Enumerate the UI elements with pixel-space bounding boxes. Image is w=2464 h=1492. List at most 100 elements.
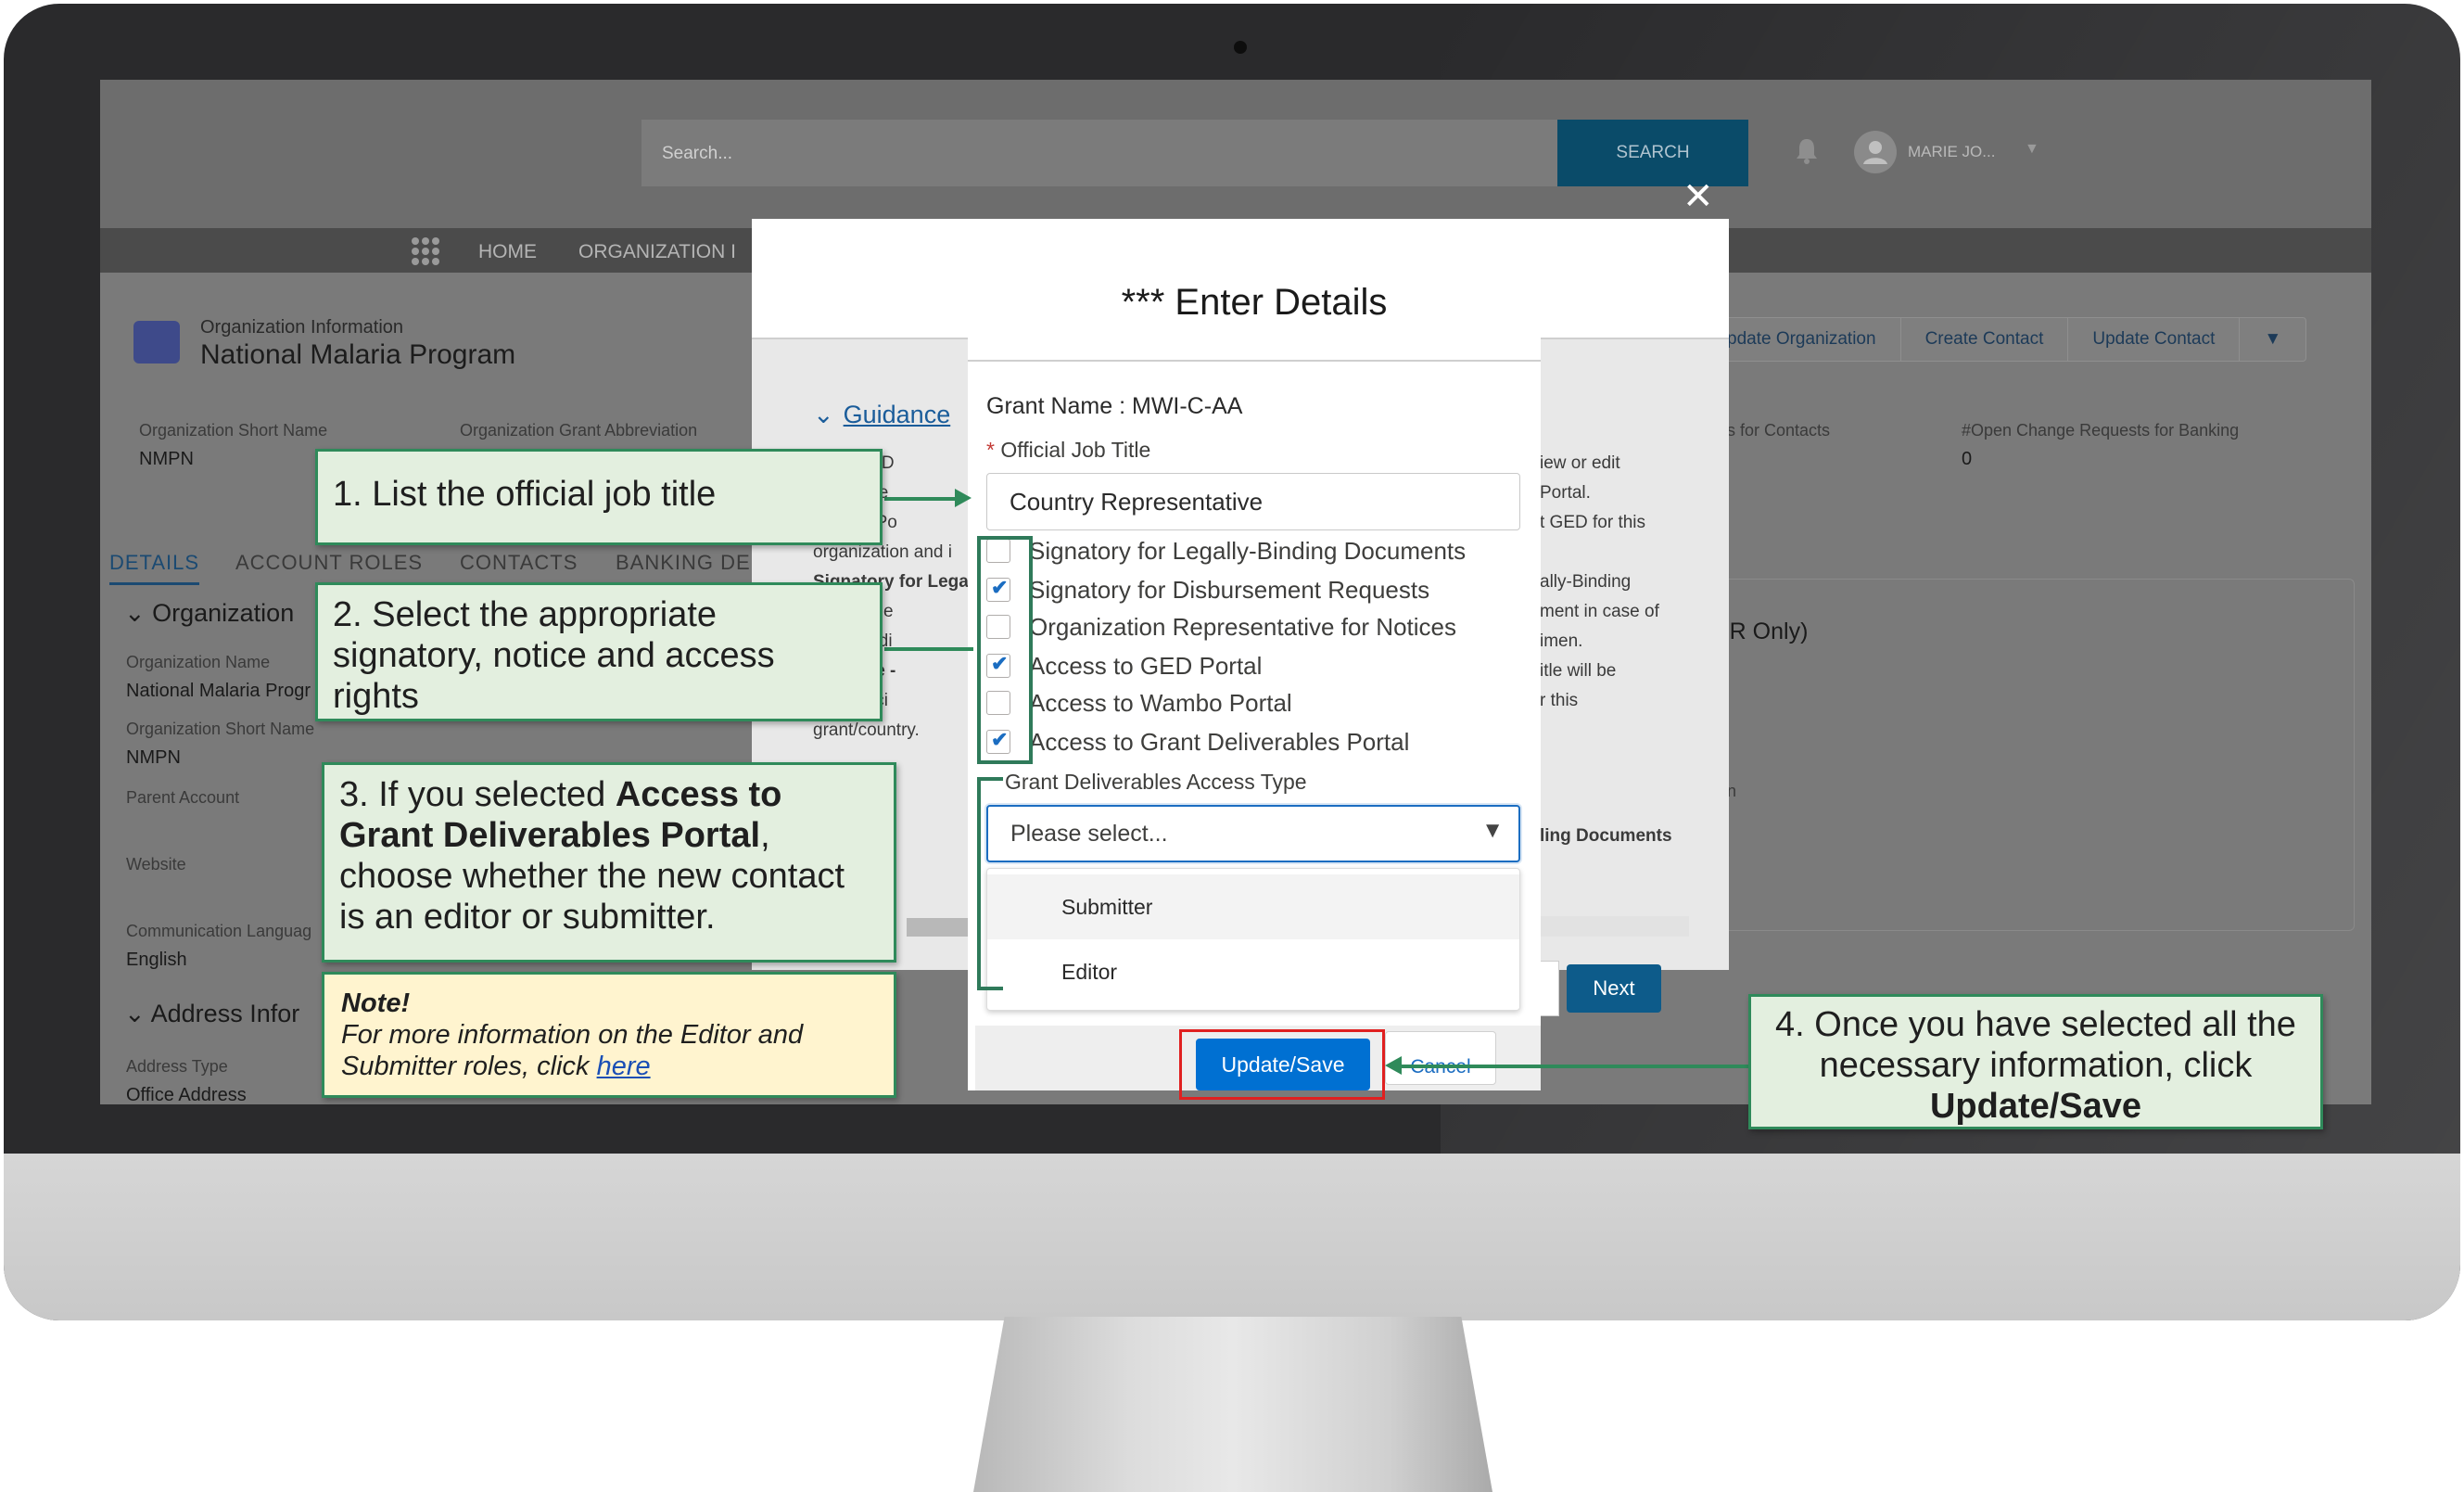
language-label: Communication Languag [126, 922, 312, 940]
right-card: PR Only) ion [1713, 579, 2355, 931]
org-short-name-value: NMPN [126, 747, 181, 768]
guidance-text: Portal. [1540, 483, 1591, 503]
search-input[interactable]: Search... [641, 120, 1565, 186]
org-name-label: Organization Name [126, 653, 271, 671]
arrow-connector [884, 497, 959, 501]
monitor-chin [4, 1154, 2460, 1320]
job-title-label-text: Official Job Title [1000, 438, 1151, 462]
avatar[interactable] [1854, 131, 1897, 173]
gd-access-type-select[interactable]: Please select... ▼ [986, 805, 1520, 862]
checkbox-row[interactable]: ✔ Signatory for Disbursement Requests [986, 571, 1429, 608]
cancel-button[interactable]: Cancel [1385, 1031, 1496, 1085]
checkbox-label: Organization Representative for Notices [1029, 612, 1457, 641]
section-address-label: Address Infor [150, 1000, 300, 1027]
section-organization[interactable]: ⌄ Organization [124, 599, 294, 628]
contacts-field-label: ts for Contacts [1722, 421, 1831, 440]
chevron-down-icon: ⌄ [124, 1000, 151, 1027]
horizontal-scrollbar[interactable] [907, 918, 968, 937]
checkbox-label: Signatory for Disbursement Requests [1029, 575, 1430, 604]
short-name-value: NMPN [139, 449, 194, 469]
horizontal-scrollbar[interactable] [1541, 916, 1689, 937]
checkbox-row[interactable]: Signatory for Legally-Binding Documents [986, 532, 1466, 569]
note-link[interactable]: here [597, 1052, 651, 1081]
option-submitter[interactable]: Submitter [987, 874, 1519, 939]
guidance-label: Guidance [843, 401, 951, 428]
language-value: English [126, 950, 187, 970]
callout-bold: Update/Save [1929, 1087, 2142, 1126]
select-placeholder: Please select... [1010, 821, 1168, 847]
modal-title: *** Enter Details [1121, 282, 1388, 323]
top-bar: Search... SEARCH MARIE JO... ▼ [100, 80, 2371, 228]
record-type-label: Organization Information [200, 317, 404, 338]
short-name-label: Organization Short Name [139, 421, 328, 440]
create-contact-button[interactable]: Create Contact [1901, 318, 2069, 361]
gd-access-type-dropdown: Submitter Editor [986, 868, 1520, 1011]
more-actions-button[interactable]: ▼ [2240, 318, 2305, 361]
gd-access-type-label: Grant Deliverables Access Type [1005, 770, 1307, 794]
checkbox-row[interactable]: ✔ Access to Grant Deliverables Portal [986, 723, 1409, 760]
guidance-text: imen. [1540, 631, 1583, 651]
update-organization-button[interactable]: pdate Organization [1703, 318, 1901, 361]
arrow-head-icon [1385, 1056, 1402, 1075]
guidance-text: itle will be [1540, 661, 1617, 681]
tab-details[interactable]: DETAILS [109, 551, 200, 585]
guidance-text: t GED for this [1540, 513, 1646, 532]
job-title-input[interactable] [986, 473, 1520, 530]
website-label: Website [126, 855, 186, 874]
guidance-toggle[interactable]: ⌄ Guidance [813, 401, 950, 429]
section-address[interactable]: ⌄ Address Infor [124, 1000, 299, 1028]
tab-banking[interactable]: BANKING DE [616, 551, 751, 575]
required-icon: * [986, 438, 995, 462]
bell-icon[interactable] [1795, 137, 1819, 165]
select-bracket [977, 777, 1003, 990]
user-icon [1863, 141, 1887, 164]
chevron-down-icon: ⌄ [124, 599, 153, 627]
guidance-text: r this [1540, 691, 1579, 710]
search-button[interactable]: SEARCH [1557, 120, 1748, 186]
section-organization-label: Organization [152, 599, 295, 627]
callout-step-2: 2. Select the appropriate signatory, not… [315, 582, 883, 721]
update-contact-button[interactable]: Update Contact [2068, 318, 2241, 361]
checkbox-row[interactable]: Organization Representative for Notices [986, 608, 1456, 645]
callout-step-3: 3. If you selected Access to Grant Deliv… [322, 762, 896, 963]
highlight-box [1179, 1029, 1385, 1100]
table-header-docs: ling Documents [1540, 826, 1672, 846]
grant-abbrev-label: Organization Grant Abbreviation [460, 421, 698, 440]
option-editor[interactable]: Editor [987, 939, 1519, 1004]
org-short-name-label: Organization Short Name [126, 720, 315, 738]
arrow-head-icon [955, 489, 972, 507]
nav-organization[interactable]: ORGANIZATION I [578, 241, 736, 263]
tab-contacts[interactable]: CONTACTS [460, 551, 578, 575]
chevron-down-icon: ⌄ [813, 401, 834, 428]
note-text: For more information on the Editor and S… [341, 1019, 877, 1082]
close-icon[interactable]: ✕ [1683, 178, 1714, 215]
action-button-group: pdate Organization Create Contact Update… [1702, 317, 2307, 362]
record-title: National Malaria Program [200, 339, 516, 370]
guidance-text: ally-Binding [1540, 572, 1632, 592]
arrow-connector [1400, 1065, 1748, 1068]
callout-step-1: 1. List the official job title [315, 449, 883, 545]
guidance-text: ment in case of [1540, 602, 1659, 621]
tab-account-roles[interactable]: ACCOUNT ROLES [235, 551, 423, 575]
checkbox-label: Access to Grant Deliverables Portal [1029, 727, 1410, 756]
arrow-connector [884, 647, 973, 651]
user-name[interactable]: MARIE JO... [1908, 143, 1995, 161]
checkbox-label: Access to GED Portal [1029, 651, 1263, 680]
checkbox-label: Signatory for Legally-Binding Documents [1029, 536, 1467, 565]
job-title-label: * Official Job Title [986, 438, 1150, 463]
guidance-text: iew or edit [1540, 453, 1620, 473]
divider [968, 360, 1541, 362]
note-title: Note! [341, 988, 411, 1018]
chevron-down-icon[interactable]: ▼ [2025, 141, 2039, 158]
parent-account-label: Parent Account [126, 788, 240, 807]
checkbox-bracket [977, 536, 1033, 764]
app-launcher-icon[interactable] [412, 237, 439, 265]
camera [1234, 41, 1247, 54]
nav-home[interactable]: HOME [478, 241, 537, 263]
caret-down-icon: ▼ [1481, 818, 1504, 843]
next-button[interactable]: Next [1567, 964, 1661, 1013]
callout-text: 4. Once you have selected all the necess… [1775, 1005, 2296, 1085]
address-type-label: Address Type [126, 1057, 228, 1076]
address-type-value: Office Address [126, 1085, 247, 1104]
monitor-stand [973, 1317, 1492, 1492]
